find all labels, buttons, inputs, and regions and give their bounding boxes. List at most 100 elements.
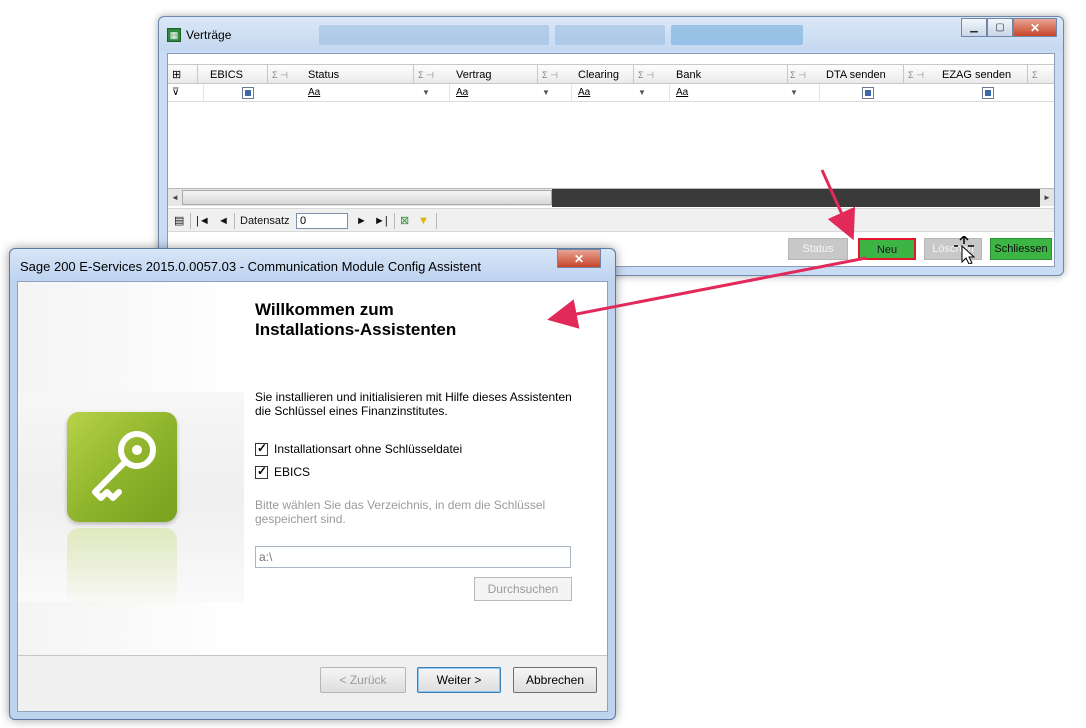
assistant-title: Sage 200 E-Services 2015.0.0057.03 - Com…: [20, 259, 482, 274]
back-button[interactable]: < Zurück: [320, 667, 406, 693]
neu-button[interactable]: Neu: [858, 238, 916, 260]
checkbox-row-ebics[interactable]: EBICS: [255, 464, 311, 479]
assistant-window: Sage 200 E-Services 2015.0.0057.03 - Com…: [9, 248, 616, 720]
chevron-down-icon[interactable]: ▼: [638, 84, 646, 102]
checkbox-label: Installationsart ohne Schlüsseldatei: [274, 442, 463, 456]
checkbox-ebics[interactable]: [255, 464, 268, 479]
column-header-status[interactable]: Status: [302, 65, 414, 85]
intro-text: Sie installieren und initialisieren mit …: [255, 390, 572, 418]
record-number-input[interactable]: 0: [296, 213, 348, 229]
column-label: Vertrag: [456, 69, 492, 81]
divider: [394, 213, 395, 229]
first-record-button[interactable]: |◄: [196, 212, 210, 230]
blurred-toolbar-area: [671, 25, 803, 45]
browse-button[interactable]: Durchsuchen: [474, 577, 572, 601]
column-header-ebics[interactable]: EBICS: [204, 65, 268, 85]
blurred-toolbar-area: [555, 25, 665, 45]
wizard-footer: < Zurück Weiter > Abbrechen: [18, 655, 607, 711]
assistant-titlebar[interactable]: Sage 200 E-Services 2015.0.0057.03 - Com…: [10, 249, 615, 283]
list-icon[interactable]: ▤: [174, 212, 184, 230]
next-button[interactable]: Weiter >: [417, 667, 501, 693]
blurred-toolbar-area: [319, 25, 549, 45]
close-icon[interactable]: ✕: [1013, 18, 1057, 37]
checkbox-row-no-keyfile[interactable]: Installationsart ohne Schlüsseldatei: [255, 441, 463, 456]
chevron-down-icon[interactable]: ▼: [542, 84, 550, 102]
sigma-pin-icon[interactable]: Σ ⊣: [418, 65, 434, 85]
prev-record-button[interactable]: ◄: [218, 212, 229, 230]
horizontal-scrollbar[interactable]: ◄ ►: [168, 188, 1054, 207]
divider: [436, 213, 437, 229]
filter-text: Aa: [308, 87, 321, 98]
grid-app-icon: ▦: [167, 28, 181, 42]
filter-text: Aa: [456, 87, 469, 98]
column-label: DTA senden: [826, 69, 886, 81]
column-header-vertrag[interactable]: Vertrag: [450, 65, 538, 85]
vertraege-window: ▦ Verträge ▁ ▢ ✕ ⊞ EBICS Σ ⊣ Status Σ ⊣ …: [158, 16, 1064, 276]
excel-export-icon[interactable]: ⊠: [400, 212, 409, 230]
checkbox-label: EBICS: [274, 465, 311, 479]
directory-hint: Bitte wählen Sie das Verzeichnis, in dem…: [255, 498, 546, 526]
scrollbar-track[interactable]: [552, 189, 1040, 207]
column-header-ezag-senden[interactable]: EZAG senden: [936, 65, 1028, 85]
column-header-dta-senden[interactable]: DTA senden: [820, 65, 904, 85]
filter-checkbox-ebics[interactable]: [242, 87, 254, 99]
minimize-icon[interactable]: ▁: [961, 18, 987, 37]
sigma-pin-icon[interactable]: Σ ⊣: [790, 65, 806, 85]
column-label: Clearing: [578, 69, 619, 81]
vertraege-client: ⊞ EBICS Σ ⊣ Status Σ ⊣ Vertrag Σ ⊣ Clear…: [167, 53, 1055, 267]
vertraege-title: Verträge: [186, 28, 232, 42]
welcome-heading: Willkommen zum Installations-Assistenten: [255, 300, 456, 340]
filter-checkbox-ezag[interactable]: [982, 87, 994, 99]
scrollbar-thumb[interactable]: [182, 190, 552, 205]
maximize-icon[interactable]: ▢: [987, 18, 1013, 37]
chevron-down-icon[interactable]: ▼: [422, 84, 430, 102]
scroll-left-icon[interactable]: ◄: [168, 189, 182, 207]
chevron-down-icon[interactable]: ▼: [790, 84, 798, 102]
column-chooser-icon[interactable]: ⊞: [168, 65, 198, 85]
column-label: EBICS: [210, 69, 244, 81]
assistant-client: Willkommen zum Installations-Assistenten…: [17, 281, 608, 712]
directory-input[interactable]: a:\: [255, 546, 571, 568]
status-button[interactable]: Status: [788, 238, 848, 260]
window-controls: ✕: [557, 249, 601, 268]
window-controls: ▁ ▢ ✕: [961, 18, 1057, 37]
record-navigator: ▤ |◄ ◄ Datensatz 0 ► ►| ⊠ ▼: [168, 208, 1054, 232]
record-label: Datensatz: [240, 215, 290, 227]
grid-header: ⊞ EBICS Σ ⊣ Status Σ ⊣ Vertrag Σ ⊣ Clear…: [168, 64, 1054, 85]
heading-line: Willkommen zum: [255, 300, 394, 319]
filter-icon[interactable]: ⊽: [168, 84, 204, 102]
checkbox-no-keyfile[interactable]: [255, 441, 268, 456]
divider: [234, 213, 235, 229]
sigma-pin-icon[interactable]: Σ ⊣: [542, 65, 558, 85]
next-record-button[interactable]: ►: [356, 212, 367, 230]
schliessen-button[interactable]: Schliessen: [990, 238, 1052, 260]
mouse-cursor-icon: [954, 236, 976, 264]
wizard-side-panel: [18, 282, 244, 658]
sigma-icon[interactable]: Σ: [1032, 65, 1038, 85]
filter-funnel-icon[interactable]: ▼: [418, 212, 429, 230]
column-label: Bank: [676, 69, 702, 81]
filter-text: Aa: [676, 87, 689, 98]
vertraege-titlebar[interactable]: ▦ Verträge ▁ ▢ ✕: [159, 17, 1063, 51]
column-label: EZAG senden: [942, 69, 1012, 81]
close-icon[interactable]: ✕: [557, 249, 601, 268]
filter-text: Aa: [578, 87, 591, 98]
sigma-pin-icon[interactable]: Σ ⊣: [272, 65, 288, 85]
sigma-pin-icon[interactable]: Σ ⊣: [638, 65, 654, 85]
sigma-pin-icon[interactable]: Σ ⊣: [908, 65, 924, 85]
column-header-clearing[interactable]: Clearing: [572, 65, 634, 85]
grid-filter-row: ⊽ Aa ▼ Aa ▼ Aa ▼ Aa ▼: [168, 84, 1054, 102]
divider: [190, 213, 191, 229]
column-header-bank[interactable]: Bank: [670, 65, 788, 85]
last-record-button[interactable]: ►|: [374, 212, 388, 230]
desktop: ▦ Verträge ▁ ▢ ✕ ⊞ EBICS Σ ⊣ Status Σ ⊣ …: [0, 0, 1086, 728]
cancel-button[interactable]: Abbrechen: [513, 667, 597, 693]
column-label: Status: [308, 69, 340, 81]
filter-cell-clearing[interactable]: Aa: [572, 84, 670, 102]
filter-checkbox-dta[interactable]: [862, 87, 874, 99]
scroll-right-icon[interactable]: ►: [1040, 189, 1054, 207]
heading-line: Installations-Assistenten: [255, 320, 457, 339]
key-icon: [67, 412, 177, 522]
filter-cell-vertrag[interactable]: Aa: [450, 84, 572, 102]
wizard-content: Willkommen zum Installations-Assistenten…: [244, 282, 607, 658]
